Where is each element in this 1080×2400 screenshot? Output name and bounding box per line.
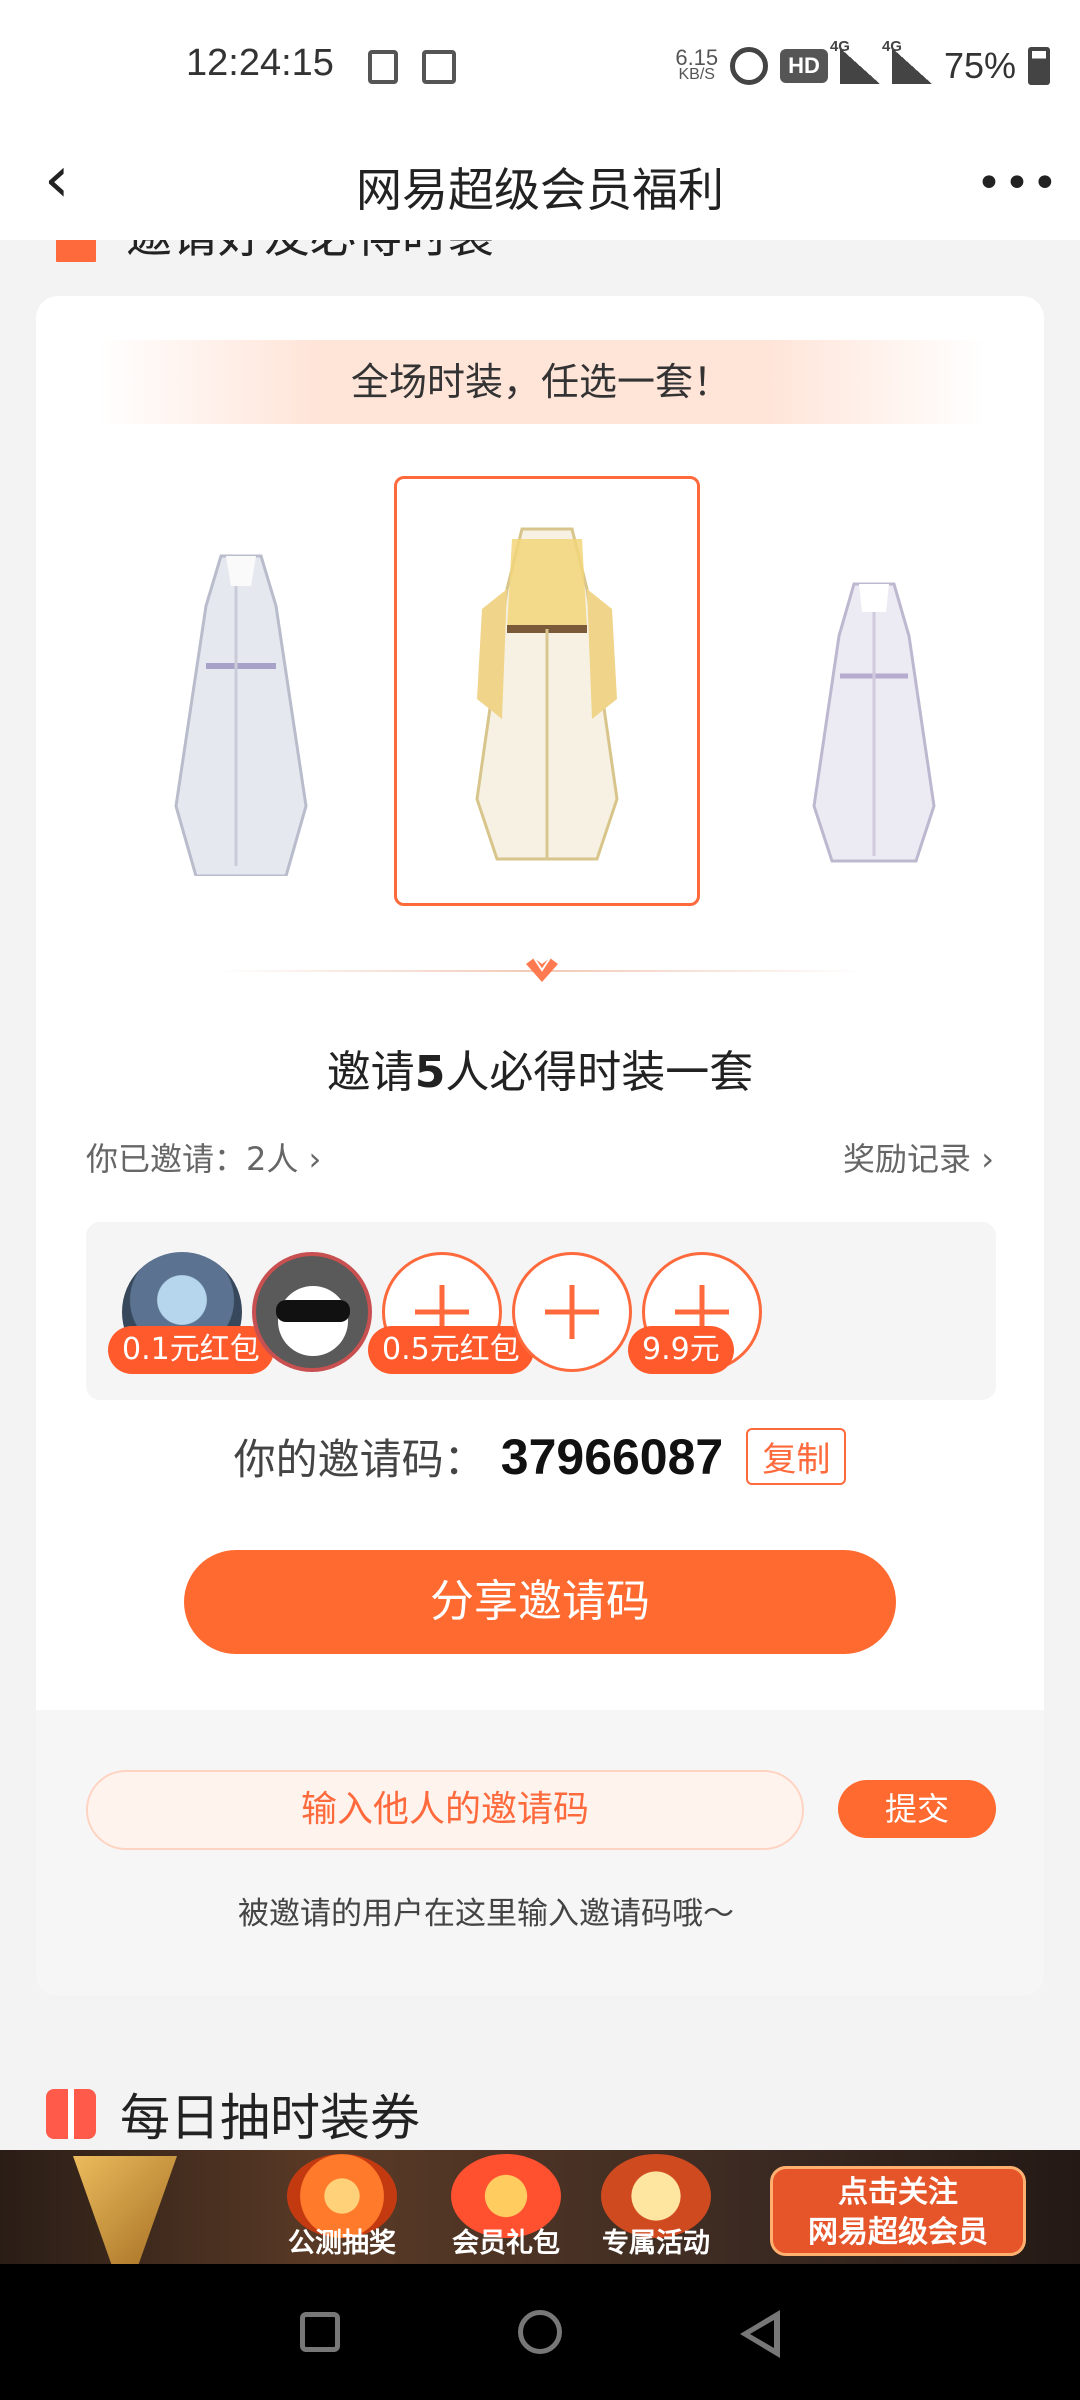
invite-card: 全场时装，任选一套！ 邀请5人必得时装一套 你已邀请：2人 › 奖励记录 › 0… [36, 296, 1044, 1996]
back-triangle-icon[interactable] [740, 2310, 780, 2358]
promo-lottery[interactable]: 公测抽奖 [272, 2154, 412, 2264]
enter-code-panel: 输入他人的邀请码 提交 被邀请的用户在这里输入邀请码哦～ [36, 1710, 1044, 1996]
invite-meta-row: 你已邀请：2人 › 奖励记录 › [86, 1134, 994, 1184]
invite-slots: 0.1元红包 0.5元红包 9.9元 [86, 1222, 996, 1400]
promo-gift-pack[interactable]: 会员礼包 [436, 2154, 576, 2264]
reward-records-link[interactable]: 奖励记录 › [843, 1134, 994, 1180]
add-invitee-slot-4[interactable] [512, 1252, 632, 1372]
invite-code-value: 37966087 [500, 1428, 724, 1485]
copy-code-button[interactable]: 复制 [746, 1428, 847, 1485]
status-bar: 12:24:15 6.15 KB/S HD 4G 4G 75% [0, 0, 1080, 130]
robe-image [174, 554, 308, 878]
signal-icon-2: 4G [882, 38, 932, 84]
home-icon[interactable] [518, 2310, 562, 2354]
gift-icon [46, 2089, 96, 2139]
daily-draw-heading: 每日抽时装券 [46, 2084, 420, 2147]
netease-vip-logo [73, 2156, 177, 2264]
download-icon [368, 50, 398, 84]
reward-tag-5: 9.9元 [628, 1326, 734, 1374]
submit-code-button[interactable]: 提交 [838, 1780, 996, 1838]
reward-tag-1: 0.1元红包 [108, 1326, 274, 1374]
invite-code-label: 你的邀请码： [233, 1435, 486, 1484]
promo-banner[interactable]: 公测抽奖 会员礼包 专属活动 点击关注 网易超级会员 [0, 2150, 1080, 2264]
invite-goal-title: 邀请5人必得时装一套 [326, 1047, 754, 1098]
costume-banner: 全场时装，任选一套！ [96, 340, 986, 424]
my-invite-code-row: 你的邀请码： 37966087 复制 [36, 1426, 1044, 1496]
recents-icon[interactable] [300, 2312, 340, 2352]
reward-tag-3: 0.5元红包 [368, 1326, 534, 1374]
costume-option-left[interactable] [166, 546, 316, 878]
robe-image-right [812, 582, 936, 863]
costume-option-right[interactable] [804, 576, 944, 866]
signal-icon: 4G [830, 38, 880, 84]
friend-code-input[interactable]: 输入他人的邀请码 [86, 1770, 804, 1850]
follow-vip-button[interactable]: 点击关注 网易超级会员 [770, 2166, 1026, 2256]
battery-percent: 75% [943, 45, 1016, 86]
invited-count-link[interactable]: 你已邀请：2人 › [86, 1134, 321, 1180]
battery-icon [1028, 47, 1050, 85]
costume-option-selected[interactable] [394, 476, 700, 906]
hd-badge: HD [780, 49, 828, 83]
promo-exclusive-event[interactable]: 专属活动 [586, 2154, 726, 2264]
net-speed: 6.15 KB/S [675, 45, 719, 84]
invitee-avatar-2 [252, 1252, 372, 1372]
image-icon [422, 50, 456, 84]
nav-bar-overlay: ‹ 网易超级会员福利 ••• [0, 130, 1080, 240]
status-time: 12:24:15 [186, 42, 334, 84]
alarm-icon [730, 47, 769, 85]
robe-image-selected [475, 527, 619, 861]
share-invite-code-button[interactable]: 分享邀请码 [184, 1550, 896, 1654]
status-right: 6.15 KB/S HD 4G 4G 75% [675, 38, 1050, 94]
more-button[interactable]: ••• [976, 158, 1058, 209]
nav-title: 网易超级会员福利 [356, 163, 724, 217]
daily-draw-title: 每日抽时装券 [120, 2089, 420, 2147]
system-nav-bar [0, 2264, 1080, 2400]
heart-gem-icon [526, 957, 558, 982]
enter-code-hint: 被邀请的用户在这里输入邀请码哦～ [238, 1896, 734, 1932]
